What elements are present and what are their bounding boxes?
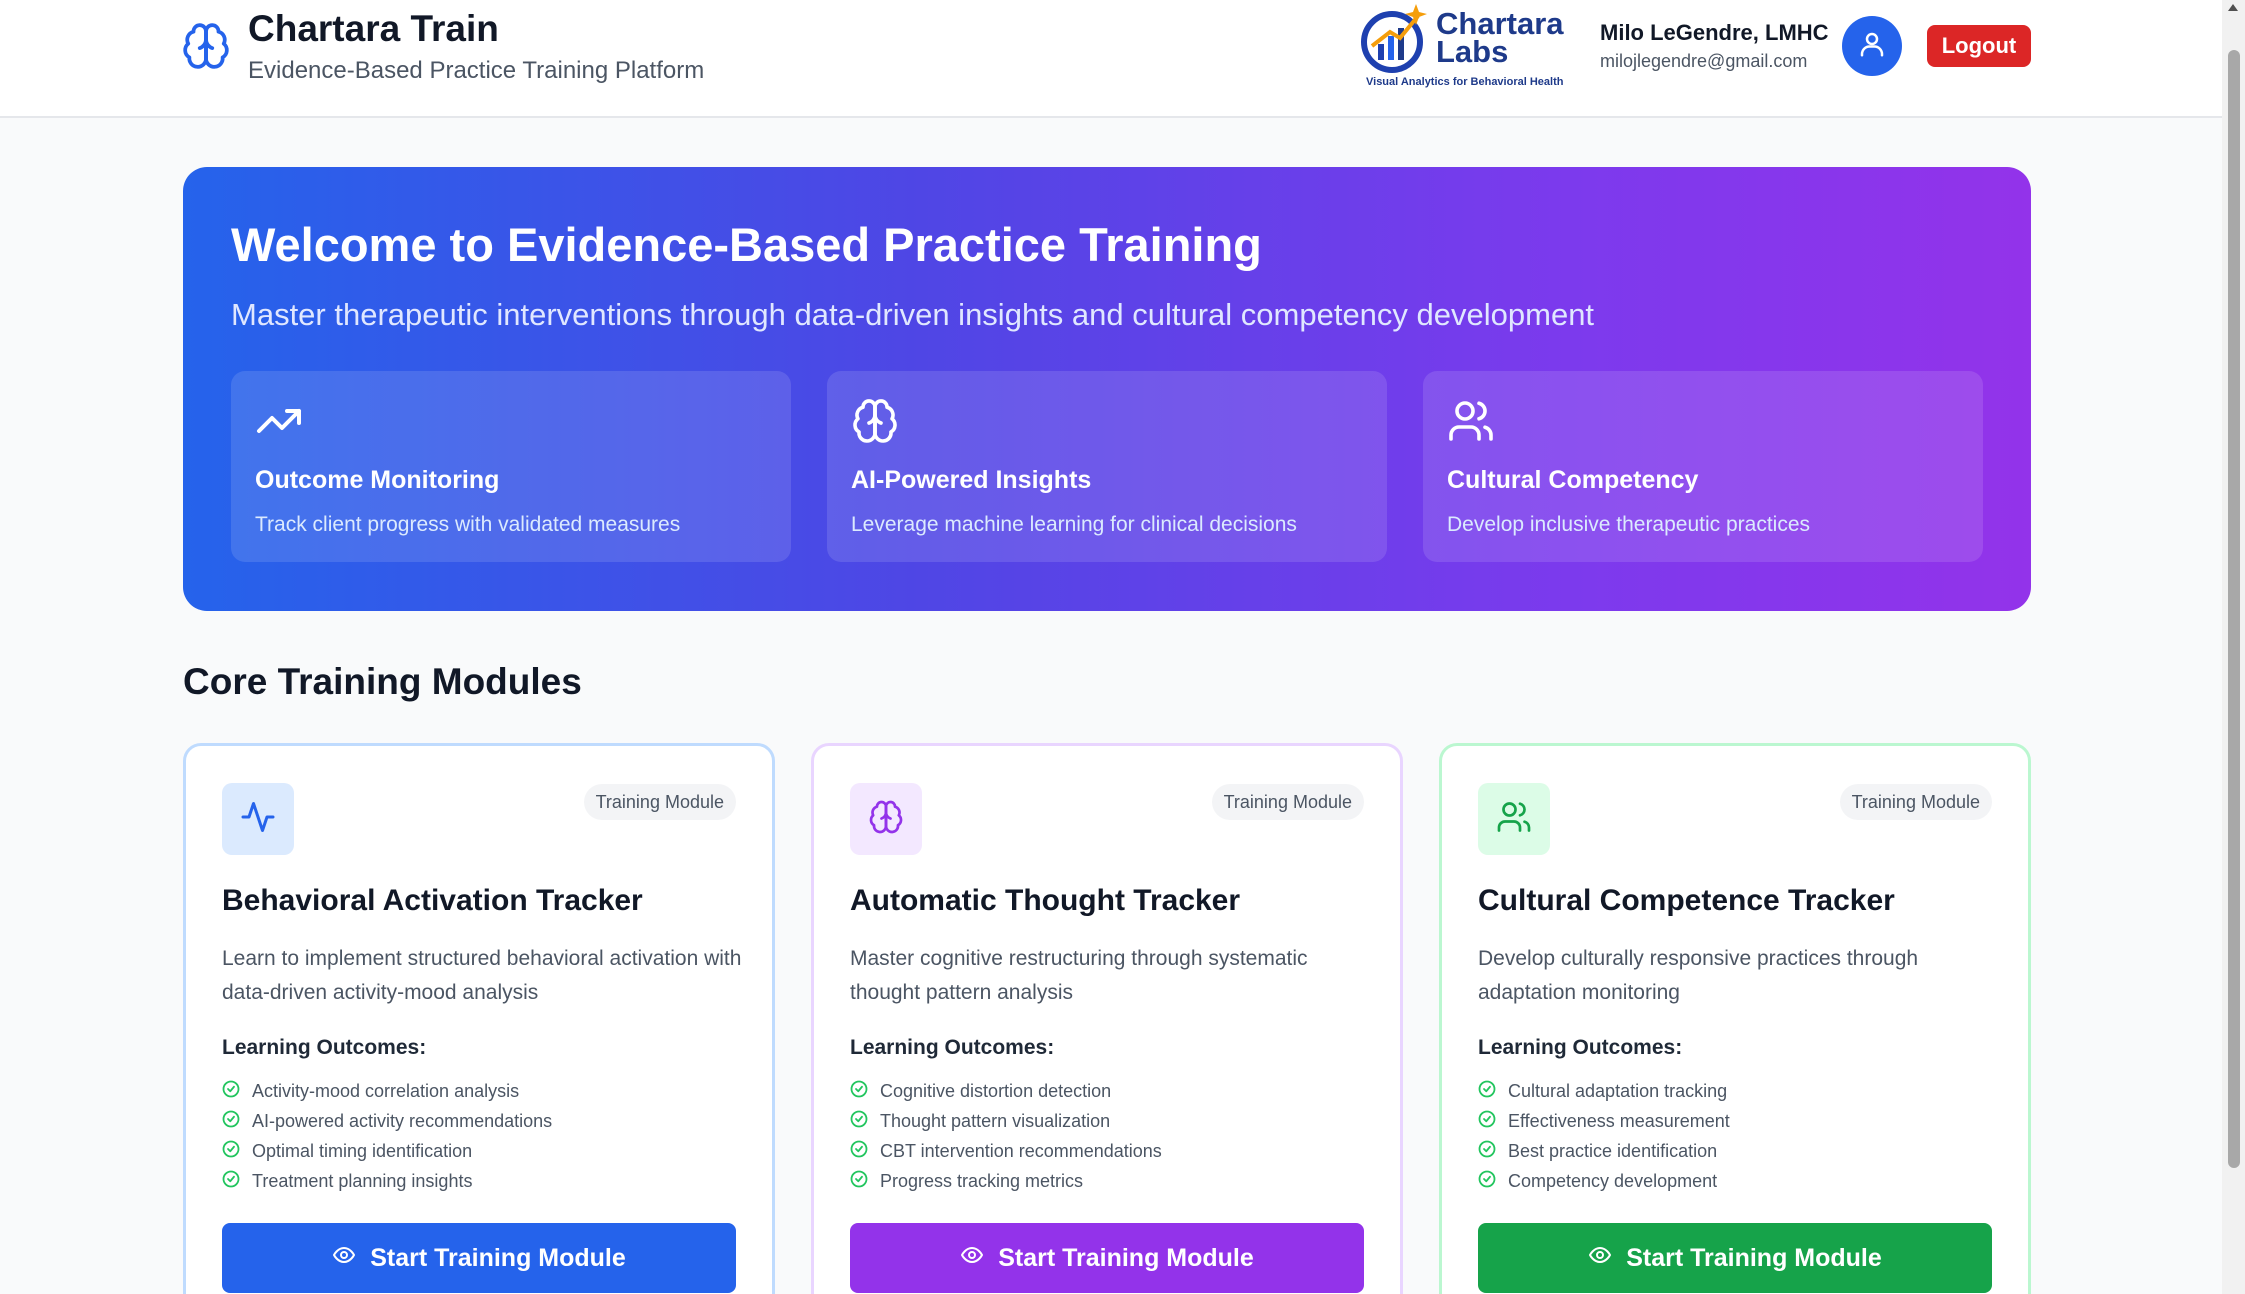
learning-outcomes-label: Learning Outcomes: (1478, 1036, 1683, 1059)
partner-tagline: Visual Analytics for Behavioral Health (1366, 76, 1564, 88)
start-training-button[interactable]: Start Training Module (850, 1223, 1364, 1293)
check-circle-icon (222, 1170, 252, 1193)
welcome-hero: Welcome to Evidence-Based Practice Train… (183, 167, 2031, 611)
brain-icon (851, 397, 899, 445)
check-circle-icon (850, 1080, 880, 1103)
eye-icon (332, 1243, 370, 1274)
users-icon (1496, 799, 1532, 840)
feature-desc: Leverage machine learning for clinical d… (851, 513, 1297, 536)
list-item: AI-powered activity recommendations (222, 1106, 552, 1136)
list-item: Best practice identification (1478, 1136, 1730, 1166)
module-title: Cultural Competence Tracker (1478, 884, 1895, 917)
list-item: Effectiveness measurement (1478, 1106, 1730, 1136)
eye-icon (960, 1243, 998, 1274)
feature-title: AI-Powered Insights (851, 466, 1092, 494)
list-item: Optimal timing identification (222, 1136, 552, 1166)
check-circle-icon (222, 1110, 252, 1133)
start-training-label: Start Training Module (1626, 1243, 1882, 1272)
start-training-button[interactable]: Start Training Module (222, 1223, 736, 1293)
list-item: Progress tracking metrics (850, 1166, 1162, 1196)
module-desc: Learn to implement structured behavioral… (222, 947, 742, 1004)
feature-outcome-monitoring: Outcome Monitoring Track client progress… (231, 371, 791, 562)
scroll-up-icon[interactable] (2228, 4, 2238, 11)
start-training-button[interactable]: Start Training Module (1478, 1223, 1992, 1293)
module-icon-box (222, 783, 294, 855)
learning-outcomes-label: Learning Outcomes: (850, 1036, 1055, 1059)
feature-cultural-competency: Cultural Competency Develop inclusive th… (1423, 371, 1983, 562)
user-info: Milo LeGendre, LMHC milojlegendre@gmail.… (1600, 20, 1829, 72)
learning-outcomes-label: Learning Outcomes: (222, 1036, 427, 1059)
check-circle-icon (850, 1140, 880, 1163)
module-badge: Training Module (1211, 784, 1364, 820)
module-icon-box (850, 783, 922, 855)
module-card-automatic-thought: Training Module Automatic Thought Tracke… (811, 743, 1403, 1294)
module-desc: Master cognitive restructuring through s… (850, 947, 1308, 1004)
app-title: Chartara Train (248, 8, 499, 49)
partner-name: Chartara Labs (1436, 6, 1564, 69)
eye-icon (1588, 1243, 1626, 1274)
chartara-labs-logo: Chartara Labs Visual Analytics for Behav… (1360, 2, 1570, 94)
module-badge: Training Module (1839, 784, 1992, 820)
module-title: Automatic Thought Tracker (850, 884, 1241, 917)
list-item: Thought pattern visualization (850, 1106, 1162, 1136)
brain-icon (181, 21, 231, 71)
start-training-label: Start Training Module (998, 1243, 1254, 1272)
module-badge: Training Module (583, 784, 736, 820)
feature-desc: Track client progress with validated mea… (255, 513, 681, 536)
check-circle-icon (222, 1140, 252, 1163)
list-item: CBT intervention recommendations (850, 1136, 1162, 1166)
list-item: Competency development (1478, 1166, 1730, 1196)
trending-up-icon (255, 397, 303, 445)
users-icon (1447, 397, 1495, 445)
module-card-cultural-competence: Training Module Cultural Competence Trac… (1439, 743, 2031, 1294)
hero-title: Welcome to Evidence-Based Practice Train… (231, 218, 1262, 271)
brain-icon (868, 799, 904, 840)
top-header: Chartara Train Evidence-Based Practice T… (0, 0, 2222, 118)
hero-lead: Master therapeutic interventions through… (231, 297, 1595, 332)
check-circle-icon (1478, 1080, 1508, 1103)
module-card-behavioral-activation: Training Module Behavioral Activation Tr… (183, 743, 775, 1294)
list-item: Cognitive distortion detection (850, 1076, 1162, 1106)
module-title: Behavioral Activation Tracker (222, 884, 643, 917)
check-circle-icon (222, 1080, 252, 1103)
logout-button[interactable]: Logout (1927, 25, 2031, 67)
learning-outcomes-list: Activity-mood correlation analysis AI-po… (222, 1076, 552, 1196)
user-avatar[interactable] (1842, 16, 1902, 76)
list-item: Treatment planning insights (222, 1166, 552, 1196)
feature-desc: Develop inclusive therapeutic practices (1447, 513, 1811, 536)
section-title: Core Training Modules (183, 661, 582, 702)
activity-icon (240, 799, 276, 840)
feature-ai-insights: AI-Powered Insights Leverage machine lea… (827, 371, 1387, 562)
list-item: Activity-mood correlation analysis (222, 1076, 552, 1106)
learning-outcomes-list: Cultural adaptation tracking Effectivene… (1478, 1076, 1730, 1196)
list-item: Cultural adaptation tracking (1478, 1076, 1730, 1106)
check-circle-icon (850, 1170, 880, 1193)
learning-outcomes-list: Cognitive distortion detection Thought p… (850, 1076, 1162, 1196)
scrollbar-thumb[interactable] (2228, 50, 2240, 1168)
user-email: milojlegendre@gmail.com (1600, 51, 1808, 71)
feature-title: Cultural Competency (1447, 466, 1699, 494)
check-circle-icon (1478, 1110, 1508, 1133)
page-scrollbar[interactable] (2222, 0, 2245, 1294)
module-desc: Develop culturally responsive practices … (1478, 947, 1919, 1004)
user-icon (1857, 29, 1887, 64)
feature-title: Outcome Monitoring (255, 466, 500, 494)
check-circle-icon (1478, 1140, 1508, 1163)
app-subtitle: Evidence-Based Practice Training Platfor… (248, 57, 705, 84)
user-name: Milo LeGendre, LMHC (1600, 20, 1829, 45)
module-icon-box (1478, 783, 1550, 855)
check-circle-icon (1478, 1170, 1508, 1193)
check-circle-icon (850, 1110, 880, 1133)
start-training-label: Start Training Module (370, 1243, 626, 1272)
